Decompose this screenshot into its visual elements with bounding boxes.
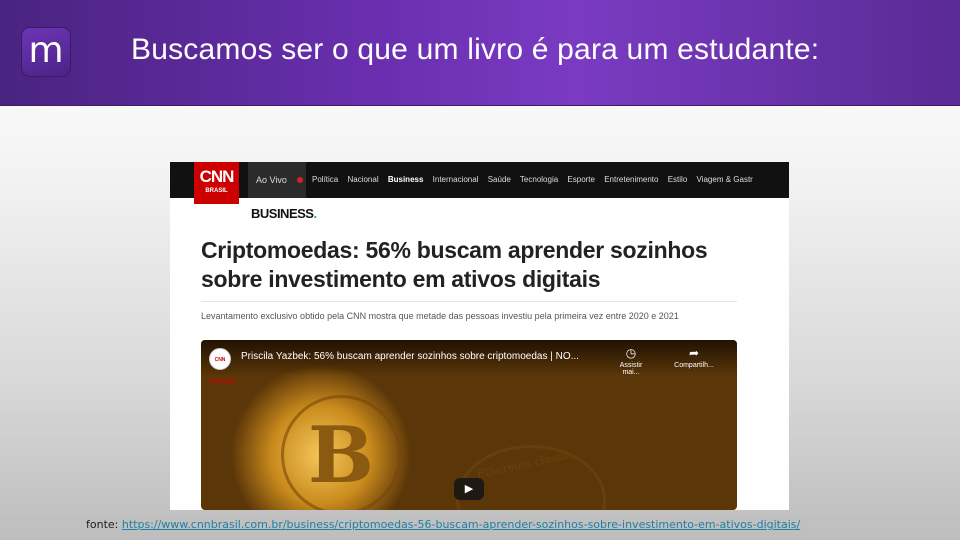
slide-header: m Buscamos ser o que um livro é para um … [0, 0, 960, 106]
nav-item[interactable]: Nacional [347, 175, 378, 184]
nav-item[interactable]: Esporte [567, 175, 595, 184]
article-lede: Levantamento exclusivo obtido pela CNN m… [201, 311, 679, 321]
section-text: BUSINESS [251, 206, 314, 221]
source-link[interactable]: https://www.cnnbrasil.com.br/business/cr… [122, 518, 800, 531]
nav-item[interactable]: Tecnologia [520, 175, 558, 184]
share-button[interactable]: ➦ Compartilh... [669, 346, 719, 369]
video-player[interactable]: B Ethereum classic CNN BUSINESS Priscila… [201, 340, 737, 510]
brand-logo: m [22, 28, 70, 76]
nav-item[interactable]: Entretenimento [604, 175, 658, 184]
section-label[interactable]: BUSINESS. [251, 206, 317, 221]
watch-later-label: Assistir mai... [619, 362, 643, 376]
channel-avatar[interactable]: CNN BUSINESS [209, 348, 236, 385]
video-title[interactable]: Priscila Yazbek: 56% buscam aprender soz… [241, 351, 579, 362]
live-button[interactable]: Ao Vivo [248, 162, 306, 198]
share-icon: ➦ [688, 346, 700, 360]
nav-menu: Política Nacional Business Internacional… [312, 162, 760, 198]
nav-item[interactable]: Viagem & Gastr [697, 175, 753, 184]
article-screenshot: CNN BRASIL Ao Vivo Política Nacional Bus… [170, 162, 789, 510]
divider [201, 301, 737, 302]
clock-icon: ◷ [625, 346, 637, 360]
nav-item-active[interactable]: Business [388, 175, 424, 184]
section-dot: . [313, 206, 317, 221]
play-button[interactable]: ▶ [454, 478, 484, 500]
cnn-logo-subtext: BRASIL [205, 188, 228, 194]
cnn-logo[interactable]: CNN BRASIL [194, 162, 239, 204]
play-icon: ▶ [464, 483, 474, 495]
nav-item[interactable]: Estilo [668, 175, 688, 184]
source-citation: fonte: https://www.cnnbrasil.com.br/busi… [86, 518, 800, 531]
live-dot-icon [297, 177, 303, 183]
nav-item[interactable]: Saúde [488, 175, 511, 184]
article-headline: Criptomoedas: 56% buscam aprender sozinh… [201, 237, 708, 292]
cnn-logo-text: CNN [199, 167, 235, 186]
bitcoin-coin-image: B [281, 395, 401, 510]
live-label: Ao Vivo [256, 175, 287, 185]
slide-title: Buscamos ser o que um livro é para um es… [131, 33, 820, 66]
nav-item[interactable]: Política [312, 175, 338, 184]
nav-item[interactable]: Internacional [433, 175, 479, 184]
watch-later-button[interactable]: ◷ Assistir mai... [611, 346, 651, 376]
share-label: Compartilh... [674, 362, 714, 369]
cnn-nav-bar: CNN BRASIL Ao Vivo Política Nacional Bus… [170, 162, 789, 204]
source-label: fonte: [86, 518, 119, 531]
